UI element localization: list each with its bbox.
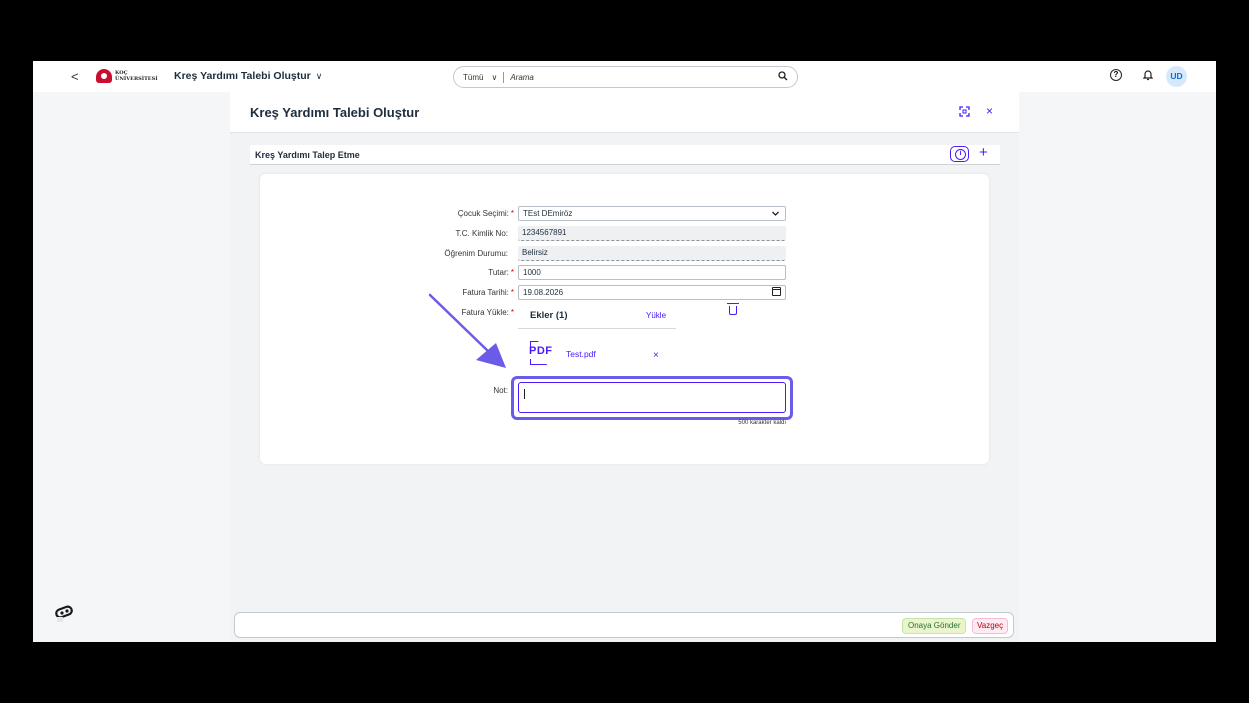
avatar[interactable]: UD: [1166, 66, 1187, 87]
fullscreen-icon[interactable]: [959, 106, 970, 117]
search-input[interactable]: Arama: [510, 73, 534, 82]
help-icon[interactable]: ?: [1110, 69, 1122, 81]
logo-mark-icon: [96, 69, 112, 83]
create-request-dialog: Kreş Yardımı Talebi Oluştur × Kreş Yardı…: [230, 92, 1019, 642]
child-select-value: TEst DEmiröz: [523, 209, 573, 218]
child-label: Çocuk Seçimi: *: [457, 209, 514, 218]
close-icon[interactable]: ×: [986, 104, 993, 118]
note-textarea[interactable]: [518, 382, 786, 413]
trash-icon[interactable]: [727, 303, 739, 315]
add-icon[interactable]: +: [979, 144, 988, 161]
attachments-divider: [518, 328, 676, 329]
shell-bar: < KOÇ ÜNİVERSİTESİ Kreş Yardımı Talebi O…: [33, 61, 1216, 92]
annotation-arrow-icon: [428, 293, 506, 368]
section-header: Kreş Yardımı Talep Etme +: [250, 144, 1000, 165]
search-divider: [503, 71, 505, 83]
send-for-approval-button[interactable]: Onaya Gönder: [902, 618, 967, 634]
app-title: Kreş Yardımı Talebi Oluştur: [174, 70, 311, 82]
bell-icon[interactable]: [1143, 69, 1153, 81]
char-counter: 500 karakter kaldı: [738, 420, 786, 426]
dialog-header: Kreş Yardımı Talebi Oluştur ×: [230, 92, 1019, 133]
logo-line-2: ÜNİVERSİTESİ: [115, 76, 158, 82]
education-label: Öğrenim Durumu:: [444, 249, 508, 258]
app-title-menu[interactable]: Kreş Yardımı Talebi Oluştur ∨: [174, 70, 322, 82]
tc-field: 1234567891: [518, 226, 786, 241]
back-button[interactable]: <: [71, 69, 79, 84]
app-window: < KOÇ ÜNİVERSİTESİ Kreş Yardımı Talebi O…: [33, 61, 1216, 642]
invoice-date-field[interactable]: 19.08.2026: [518, 285, 786, 300]
tc-label: T.C. Kimlik No:: [455, 229, 508, 238]
search-icon[interactable]: [778, 71, 788, 81]
chat-bot-icon[interactable]: [53, 599, 81, 627]
remove-attachment-icon[interactable]: ×: [653, 350, 659, 361]
page-title: Kreş Yardımı Talebi Oluştur: [250, 105, 420, 120]
invoice-date-value: 19.08.2026: [523, 288, 564, 297]
amount-label: Tutar: *: [488, 268, 514, 277]
chevron-down-icon: ∨: [315, 70, 323, 81]
upload-link[interactable]: Yükle: [646, 311, 666, 320]
search-scope-value: Tümü: [463, 72, 484, 82]
child-select[interactable]: TEst DEmiröz: [518, 206, 786, 221]
attachments-title: Ekler (1): [530, 310, 568, 321]
attachment-file-link[interactable]: Test.pdf: [566, 349, 596, 359]
search-bar[interactable]: Tümü ∨ Arama: [453, 66, 798, 88]
chevron-down-icon: [772, 211, 779, 216]
text-caret: [524, 389, 525, 399]
search-scope-select[interactable]: Tümü ∨: [463, 73, 497, 82]
chevron-down-icon: ∨: [491, 72, 498, 82]
education-field: Belirsiz: [518, 246, 786, 261]
calendar-icon[interactable]: [772, 287, 781, 296]
note-label: Not:: [493, 386, 508, 395]
logo-text: KOÇ ÜNİVERSİTESİ: [115, 70, 158, 82]
section-title: Kreş Yardımı Talep Etme: [255, 150, 360, 160]
company-logo[interactable]: KOÇ ÜNİVERSİTESİ: [96, 69, 158, 83]
amount-field[interactable]: 1000: [518, 265, 786, 280]
footer-toolbar: Onaya Gönder Vazgeç: [234, 612, 1014, 638]
info-icon[interactable]: [950, 146, 969, 162]
pdf-file-icon: PDF: [529, 341, 555, 365]
cancel-button[interactable]: Vazgeç: [972, 618, 1009, 634]
form-card: Çocuk Seçimi: * TEst DEmiröz T.C. Kimlik …: [260, 174, 989, 464]
pdf-label: PDF: [529, 345, 553, 357]
